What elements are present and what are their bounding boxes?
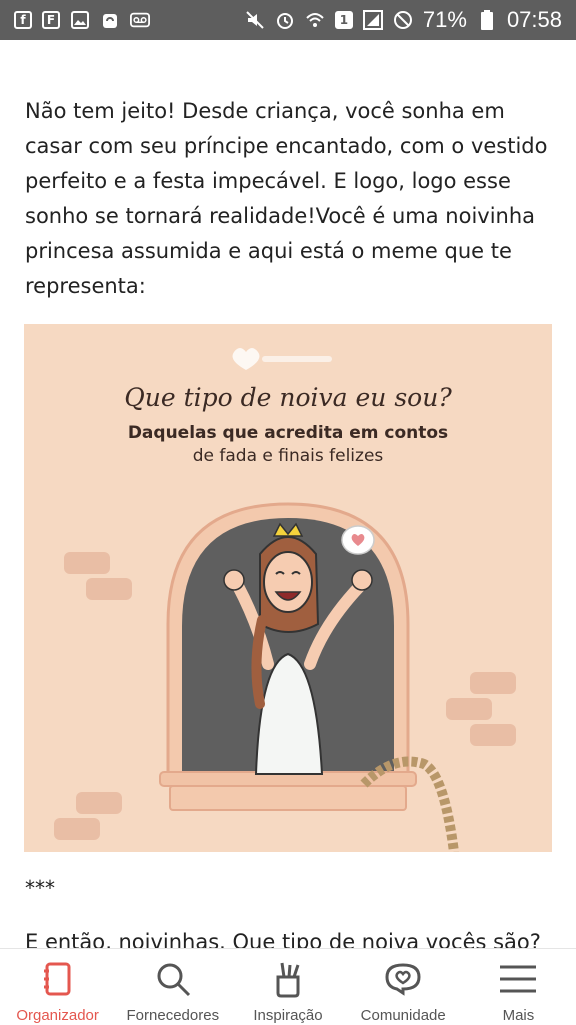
voicemail-icon — [130, 10, 150, 30]
article-content[interactable]: Não tem jeito! Desde criança, você sonha… — [0, 40, 576, 948]
menu-icon — [500, 965, 537, 993]
tab-label-fornecedores: Fornecedores — [126, 1007, 220, 1024]
recycle-icon — [100, 10, 120, 30]
article-paragraph: Não tem jeito! Desde criança, você sonha… — [25, 99, 548, 298]
alarm-icon — [275, 10, 295, 30]
dnd-icon — [393, 10, 413, 30]
tab-comunidade[interactable]: Comunidade — [346, 949, 461, 1025]
next-paragraph: E então, noivinhas. Que tipo de noiva vo… — [25, 930, 541, 948]
separator: *** — [25, 876, 55, 900]
image-icon — [70, 10, 90, 30]
logo-heart-icon — [232, 348, 260, 370]
meme-subtitle-line1: Daquelas que acredita em contos — [128, 423, 448, 443]
meme-title: Que tipo de noiva eu sou? — [124, 383, 452, 412]
tab-fornecedores[interactable]: Fornecedores — [115, 949, 230, 1025]
tab-label-comunidade: Comunidade — [360, 1007, 446, 1024]
planner-icon — [43, 962, 71, 996]
tab-label-inspiracao: Inspiração — [253, 1007, 323, 1024]
status-bar: f F 1 71% 07:58 — [0, 0, 576, 40]
clock: 07:58 — [506, 7, 562, 32]
tab-label-organizador: Organizador — [16, 1007, 99, 1024]
sim-icon: 1 — [334, 11, 353, 29]
tab-inspiracao[interactable]: Inspiração — [230, 949, 345, 1025]
facebook-icon: f — [14, 11, 32, 29]
meme-illustration: Que tipo de noiva eu sou? Daquelas que a… — [54, 348, 516, 852]
mute-icon — [245, 10, 265, 30]
heart-bubble-icon — [341, 525, 375, 555]
tab-label-mais: Mais — [502, 1007, 535, 1024]
battery-icon — [477, 10, 497, 30]
meme-image[interactable]: Que tipo de noiva eu sou? Daquelas que a… — [24, 324, 552, 852]
paint-brushes-icon — [276, 962, 300, 998]
bottom-tab-bar: Organizador Fornecedores Inspiração Comu… — [0, 948, 576, 1025]
meme-subtitle-line2: de fada e finais felizes — [193, 446, 384, 466]
status-left-icons: f F — [14, 10, 150, 30]
logo-wordmark — [262, 356, 332, 362]
search-icon — [157, 963, 190, 997]
signal-icon — [362, 10, 383, 30]
tab-organizador[interactable]: Organizador — [0, 949, 115, 1025]
heart-chat-icon — [385, 963, 421, 996]
wifi-icon — [305, 10, 325, 30]
flipboard-icon: F — [42, 11, 60, 29]
battery-percent: 71% — [422, 7, 467, 32]
tab-mais[interactable]: Mais — [461, 949, 576, 1025]
status-right-icons: 1 71% 07:58 — [245, 7, 562, 33]
